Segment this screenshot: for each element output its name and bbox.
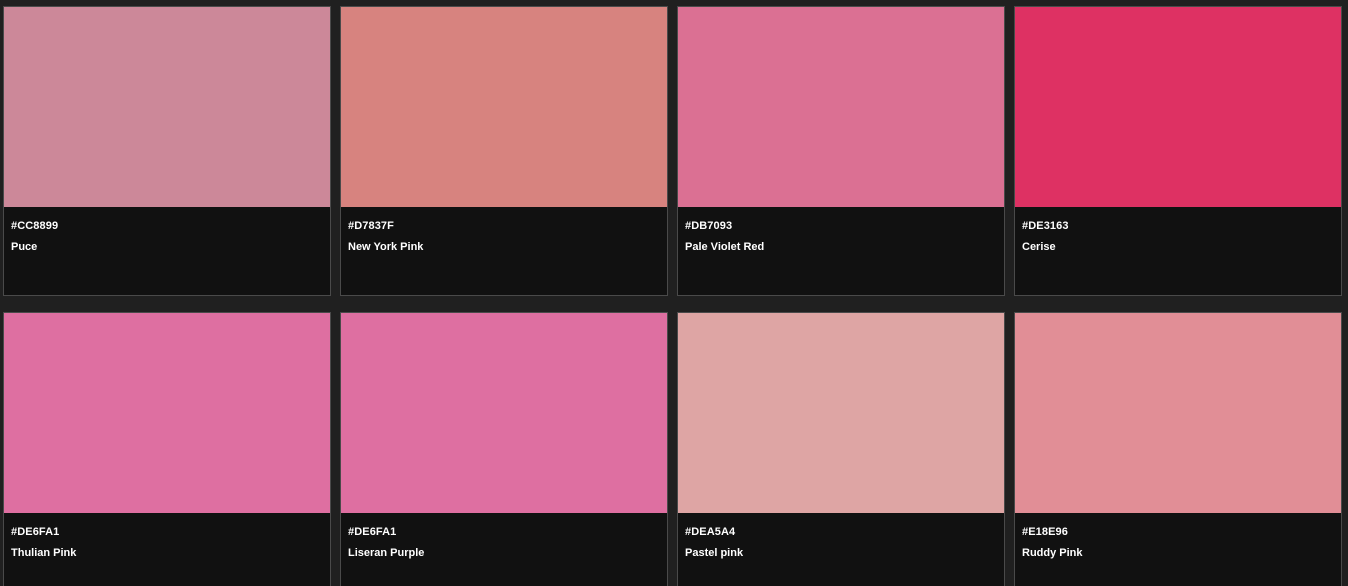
color-name: Pale Violet Red (685, 241, 765, 253)
color-hex: #D7837F (348, 220, 394, 232)
color-name: Pastel pink (685, 547, 744, 559)
color-swatch[interactable] (678, 313, 1004, 513)
color-swatch[interactable] (678, 7, 1004, 207)
color-swatch[interactable] (1015, 313, 1341, 513)
color-hex: #E18E96 (1022, 526, 1068, 538)
color-card[interactable]: #DE6FA1 Thulian Pink (3, 312, 331, 586)
color-meta: #DEA5A4 Pastel pink (678, 513, 1004, 560)
color-meta: #DE6FA1 Liseran Purple (341, 513, 667, 560)
color-meta: #D7837F New York Pink (341, 207, 667, 254)
color-swatch[interactable] (1015, 7, 1341, 207)
color-card[interactable]: #D7837F New York Pink (340, 6, 668, 296)
color-card[interactable]: #DE3163 Cerise (1014, 6, 1342, 296)
color-swatch[interactable] (341, 313, 667, 513)
color-card[interactable]: #DE6FA1 Liseran Purple (340, 312, 668, 586)
color-hex: #DE6FA1 (11, 526, 60, 538)
color-hex: #DE3163 (1022, 220, 1069, 232)
color-swatch[interactable] (4, 313, 330, 513)
color-name: Puce (11, 241, 38, 253)
color-name: Liseran Purple (348, 547, 425, 559)
color-meta: #DB7093 Pale Violet Red (678, 207, 1004, 254)
color-hex: #CC8899 (11, 220, 59, 232)
color-hex: #DE6FA1 (348, 526, 397, 538)
color-name: Ruddy Pink (1022, 547, 1083, 559)
color-hex: #DB7093 (685, 220, 733, 232)
color-meta: #DE6FA1 Thulian Pink (4, 513, 330, 560)
color-card[interactable]: #E18E96 Ruddy Pink (1014, 312, 1342, 586)
color-name: New York Pink (348, 241, 424, 253)
color-meta: #CC8899 Puce (4, 207, 330, 254)
color-hex: #DEA5A4 (685, 526, 736, 538)
color-name: Cerise (1022, 241, 1056, 253)
color-name: Thulian Pink (11, 547, 77, 559)
color-swatch[interactable] (4, 7, 330, 207)
color-meta: #E18E96 Ruddy Pink (1015, 513, 1341, 560)
color-swatch[interactable] (341, 7, 667, 207)
color-card[interactable]: #DEA5A4 Pastel pink (677, 312, 1005, 586)
color-card[interactable]: #DB7093 Pale Violet Red (677, 6, 1005, 296)
color-meta: #DE3163 Cerise (1015, 207, 1341, 254)
color-swatch-grid: #CC8899 Puce #D7837F New York Pink #DB70… (0, 0, 1348, 586)
color-card[interactable]: #CC8899 Puce (3, 6, 331, 296)
